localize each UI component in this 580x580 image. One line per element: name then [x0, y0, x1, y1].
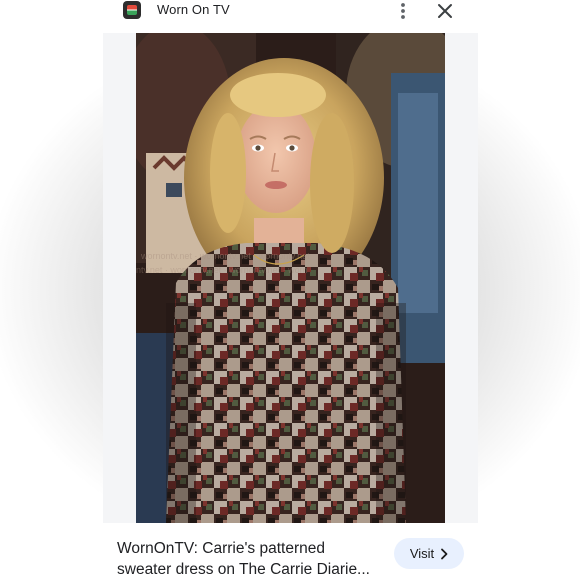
screenshot-stage: Worn On TV wornontv.net · wornontv.net ·…	[0, 0, 580, 580]
preview-image[interactable]: wornontv.net · wornontv.net · wornontv.n…	[136, 33, 445, 523]
preview-footer: WornOnTV: Carrie's patterned sweater dre…	[103, 523, 478, 580]
image-preview-card: Worn On TV wornontv.net · wornontv.net ·…	[103, 0, 478, 580]
caption-line-1: WornOnTV: Carrie's patterned	[117, 540, 325, 557]
close-icon[interactable]	[436, 2, 454, 20]
image-caption[interactable]: WornOnTV: Carrie's patterned sweater dre…	[117, 538, 387, 580]
photo-illustration: wornontv.net · wornontv.net · wornontv.n…	[136, 33, 445, 523]
site-name: Worn On TV	[157, 2, 230, 17]
chevron-right-icon	[441, 548, 448, 559]
caption-line-2: sweater dress on The Carrie Diarie...	[117, 561, 370, 578]
more-vertical-icon[interactable]	[395, 1, 411, 21]
image-area: wornontv.net · wornontv.net · wornontv.n…	[103, 33, 478, 523]
visit-button[interactable]: Visit	[394, 538, 464, 569]
worn-on-tv-app-icon	[123, 1, 141, 19]
preview-header: Worn On TV	[103, 0, 478, 22]
svg-text:wornontv.net · wornontv.net ·: wornontv.net · wornontv.net · wornontv.n…	[140, 251, 310, 261]
visit-label: Visit	[409, 546, 435, 561]
svg-text:ntv.net · wornontv.net · worno: ntv.net · wornontv.net · wornontv.net · …	[136, 265, 308, 275]
